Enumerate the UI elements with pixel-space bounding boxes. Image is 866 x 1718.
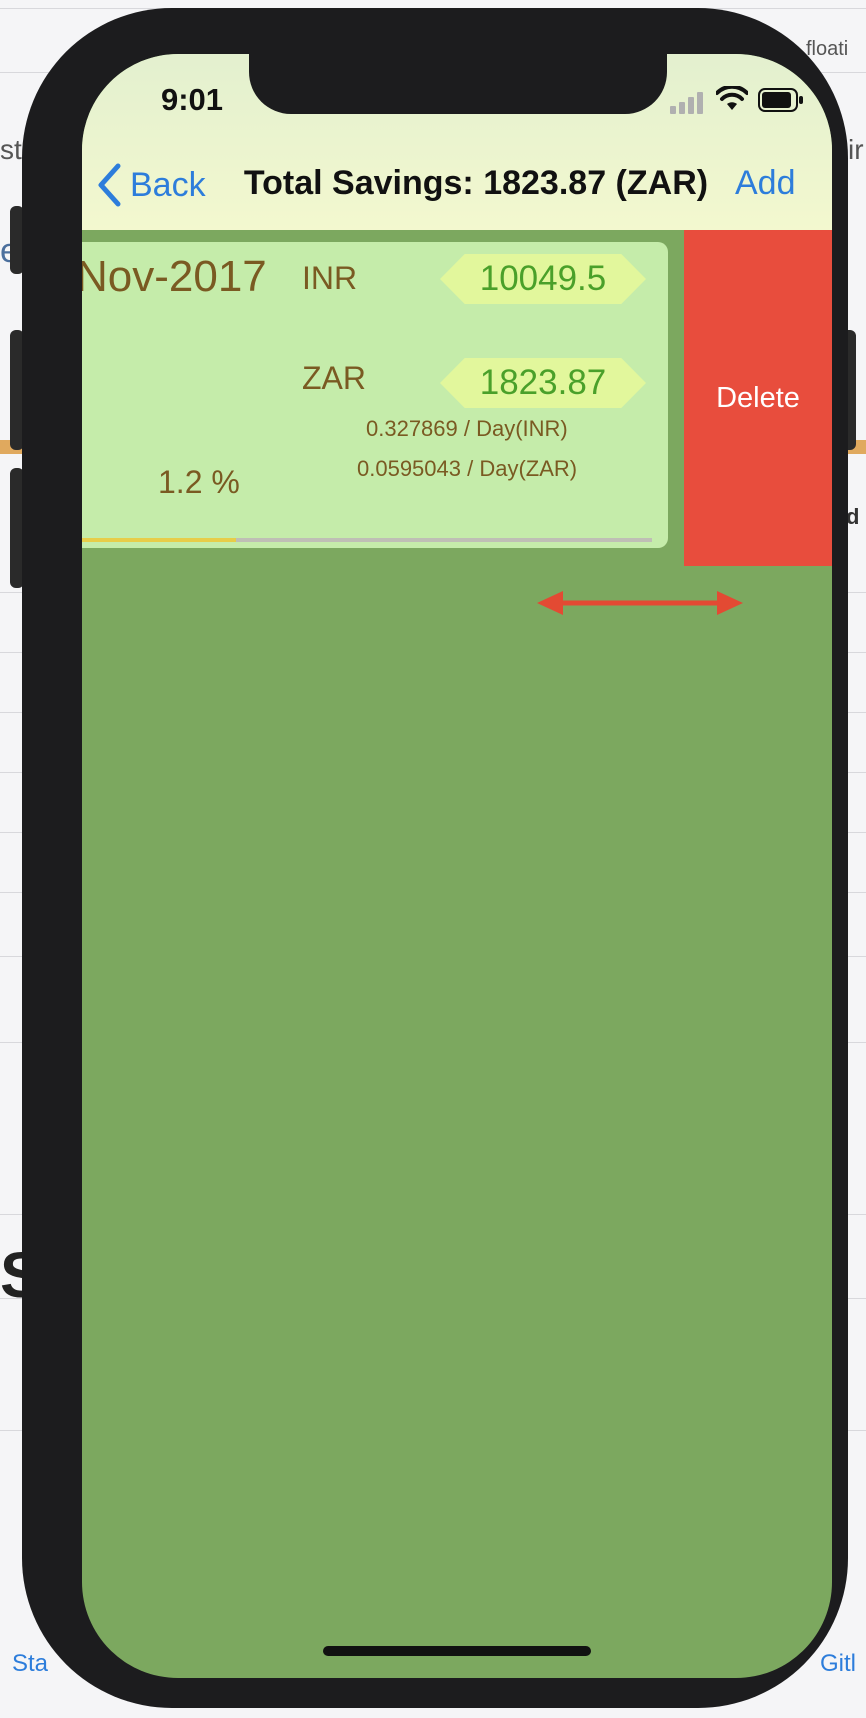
- cellular-signal-icon: [670, 90, 706, 114]
- status-time: 9:01: [160, 82, 224, 117]
- background-link[interactable]: Gitl: [820, 1650, 856, 1678]
- currency-label-zar: ZAR: [302, 360, 366, 396]
- progress-bar: [82, 538, 652, 542]
- home-indicator: [323, 1646, 591, 1656]
- background-text: ir: [848, 134, 864, 165]
- daily-rate-zar: 0.0595043 / Day(ZAR): [357, 456, 578, 481]
- daily-rate-inr: 0.327869 / Day(INR): [366, 416, 568, 441]
- row-date: Nov-2017: [82, 252, 267, 301]
- app-screen: 9:01 Back Total Savings: 1823.87 (ZAR) A…: [82, 54, 832, 1678]
- savings-row[interactable]: Nov-2017 INR 10049.5 ZAR 1823.87 0.32786…: [82, 242, 668, 548]
- double-arrow-icon: [537, 591, 743, 615]
- device-notch: [249, 54, 667, 114]
- amount-value-zar: 1823.87: [479, 363, 607, 402]
- delete-button[interactable]: Delete: [684, 230, 832, 566]
- back-button-label: Back: [130, 165, 206, 204]
- interest-percent: 1.2 %: [158, 464, 240, 500]
- back-button[interactable]: Back: [96, 162, 206, 208]
- iphone-frame: 9:01 Back Total Savings: 1823.87 (ZAR) A…: [22, 8, 848, 1708]
- chevron-left-icon: [98, 163, 121, 207]
- add-button[interactable]: Add: [735, 164, 796, 203]
- wifi-icon: [716, 86, 748, 110]
- background-text: d: [846, 504, 860, 529]
- amount-badge-zar: 1823.87: [440, 358, 646, 408]
- delete-button-label: Delete: [716, 381, 800, 414]
- amount-value-inr: 10049.5: [479, 259, 607, 298]
- background-text: st: [0, 134, 22, 165]
- page-title: Total Savings: 1823.87 (ZAR): [243, 164, 709, 202]
- progress-bar-fill: [82, 538, 236, 542]
- currency-label-inr: INR: [302, 260, 358, 296]
- background-link[interactable]: Sta: [12, 1650, 48, 1678]
- amount-badge-inr: 10049.5: [440, 254, 646, 304]
- battery-icon: [758, 88, 803, 112]
